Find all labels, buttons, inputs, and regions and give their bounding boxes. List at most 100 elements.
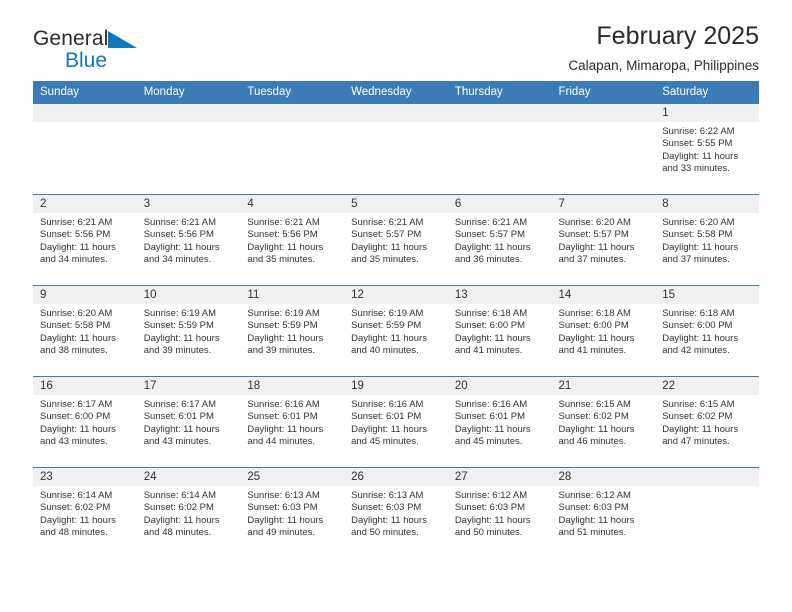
- day-cell[interactable]: 8 Sunrise: 6:20 AM Sunset: 5:58 PM Daylight…: [655, 194, 759, 286]
- day-cell[interactable]: 2 Sunrise: 6:21 AM Sunset: 5:56 PM Daylight…: [33, 194, 137, 286]
- day-number: 16: [33, 377, 137, 395]
- day-number: 7: [551, 195, 656, 213]
- day-details: [448, 122, 552, 126]
- day-cell[interactable]: 24 Sunrise: 6:14 AM Sunset: 6:02 PM Dayligh…: [136, 467, 241, 558]
- day-cell[interactable]: 19 Sunrise: 6:16 AM Sunset: 6:01 PM Dayligh…: [344, 376, 448, 468]
- day-cell[interactable]: 13 Sunrise: 6:18 AM Sunset: 6:00 PM Dayligh…: [447, 285, 552, 377]
- sunset-text: Sunset: 5:56 PM: [40, 229, 111, 241]
- sunrise-sunset-calendar: Sunday Monday Tuesday Wednesday Thursday…: [33, 81, 759, 558]
- page-header: General Blue February 2025 Calapan, Mima…: [33, 0, 759, 73]
- sunrise-text: Sunrise: 6:18 AM: [454, 308, 528, 319]
- day-cell[interactable]: 25 Sunrise: 6:13 AM Sunset: 6:03 PM Dayligh…: [240, 467, 345, 558]
- day-number: 28: [551, 468, 656, 486]
- day-cell[interactable]: 5 Sunrise: 6:21 AM Sunset: 5:57 PM Daylight…: [344, 194, 448, 286]
- day-details: [655, 486, 759, 490]
- sunrise-text: Sunrise: 6:19 AM: [143, 308, 217, 319]
- day-number: 8: [655, 195, 759, 213]
- sunrise-text: Sunrise: 6:18 AM: [558, 308, 631, 319]
- daylight-text-line2: and 50 minutes.: [454, 527, 523, 539]
- sunset-text: Sunset: 6:02 PM: [662, 411, 733, 423]
- sunrise-text: Sunrise: 6:18 AM: [662, 308, 735, 319]
- day-cell[interactable]: 18 Sunrise: 6:16 AM Sunset: 6:01 PM Dayligh…: [240, 376, 345, 468]
- sunset-text: Sunset: 6:02 PM: [143, 502, 214, 514]
- daylight-text-line2: and 34 minutes.: [143, 254, 212, 266]
- day-cell[interactable]: 6 Sunrise: 6:21 AM Sunset: 5:57 PM Daylight…: [447, 194, 552, 286]
- sunset-text: Sunset: 5:56 PM: [143, 229, 214, 241]
- day-cell[interactable]: 17 Sunrise: 6:17 AM Sunset: 6:01 PM Dayligh…: [136, 376, 241, 468]
- day-cell[interactable]: 7 Sunrise: 6:20 AM Sunset: 5:57 PM Daylight…: [551, 194, 656, 286]
- sunset-text: Sunset: 5:59 PM: [143, 320, 214, 332]
- day-details: Sunrise: 6:19 AM Sunset: 5:59 PM Daylight:…: [344, 304, 448, 358]
- day-cell[interactable]: 11 Sunrise: 6:19 AM Sunset: 5:59 PM Dayligh…: [240, 285, 345, 377]
- day-cell[interactable]: 15 Sunrise: 6:18 AM Sunset: 6:00 PM Dayligh…: [655, 285, 759, 377]
- day-cell[interactable]: 10 Sunrise: 6:19 AM Sunset: 5:59 PM Dayligh…: [136, 285, 241, 377]
- day-cell[interactable]: 22 Sunrise: 6:15 AM Sunset: 6:02 PM Dayligh…: [655, 376, 759, 468]
- daylight-text-line1: Daylight: 11 hours: [662, 150, 739, 162]
- daylight-text-line1: Daylight: 11 hours: [454, 241, 531, 253]
- sunrise-text: Sunrise: 6:15 AM: [662, 399, 735, 410]
- day-cell[interactable]: 28 Sunrise: 6:12 AM Sunset: 6:03 PM Dayligh…: [551, 467, 656, 558]
- day-details: Sunrise: 6:14 AM Sunset: 6:02 PM Daylight:…: [137, 486, 241, 540]
- week-row: 2 Sunrise: 6:21 AM Sunset: 5:56 PM Daylight…: [33, 194, 759, 286]
- day-number: 1: [655, 104, 759, 122]
- general-blue-logo[interactable]: General Blue: [33, 28, 213, 76]
- daylight-text-line1: Daylight: 11 hours: [40, 514, 116, 526]
- day-cell[interactable]: 27 Sunrise: 6:12 AM Sunset: 6:03 PM Dayligh…: [447, 467, 552, 558]
- daylight-text-line2: and 36 minutes.: [454, 254, 523, 266]
- daylight-text-line2: and 45 minutes.: [454, 436, 523, 448]
- daylight-text-line1: Daylight: 11 hours: [143, 423, 220, 435]
- sunrise-text: Sunrise: 6:20 AM: [40, 308, 113, 319]
- daylight-text-line2: and 33 minutes.: [662, 163, 730, 175]
- day-cell[interactable]: [344, 103, 448, 195]
- day-details: Sunrise: 6:12 AM Sunset: 6:03 PM Daylight:…: [448, 486, 552, 540]
- sunset-text: Sunset: 5:57 PM: [351, 229, 422, 241]
- sunset-text: Sunset: 5:56 PM: [247, 229, 318, 241]
- daylight-text-line1: Daylight: 11 hours: [662, 332, 739, 344]
- sunset-text: Sunset: 5:58 PM: [662, 229, 733, 241]
- day-details: Sunrise: 6:20 AM Sunset: 5:58 PM Daylight:…: [33, 304, 137, 358]
- day-cell[interactable]: 26 Sunrise: 6:13 AM Sunset: 6:03 PM Dayligh…: [344, 467, 448, 558]
- day-cell[interactable]: 23 Sunrise: 6:14 AM Sunset: 6:02 PM Dayligh…: [33, 467, 137, 558]
- sunrise-text: Sunrise: 6:19 AM: [247, 308, 320, 319]
- daylight-text-line1: Daylight: 11 hours: [247, 423, 324, 435]
- sunrise-text: Sunrise: 6:21 AM: [143, 217, 217, 228]
- day-cell[interactable]: 16 Sunrise: 6:17 AM Sunset: 6:00 PM Dayligh…: [33, 376, 137, 468]
- day-details: Sunrise: 6:21 AM Sunset: 5:56 PM Daylight:…: [240, 213, 344, 267]
- daylight-text-line2: and 44 minutes.: [247, 436, 316, 448]
- day-cell[interactable]: 12 Sunrise: 6:19 AM Sunset: 5:59 PM Dayligh…: [344, 285, 448, 377]
- day-cell[interactable]: 21 Sunrise: 6:15 AM Sunset: 6:02 PM Dayligh…: [551, 376, 656, 468]
- day-number: 14: [551, 286, 656, 304]
- daylight-text-line1: Daylight: 11 hours: [351, 514, 427, 526]
- day-cell[interactable]: [136, 103, 241, 195]
- day-cell[interactable]: 1 Sunrise: 6:22 AM Sunset: 5:55 PM Daylight…: [655, 103, 759, 195]
- daylight-text-line1: Daylight: 11 hours: [662, 423, 739, 435]
- calendar-header-row: Sunday Monday Tuesday Wednesday Thursday…: [33, 81, 759, 104]
- sunrise-text: Sunrise: 6:21 AM: [454, 217, 528, 228]
- daylight-text-line2: and 37 minutes.: [662, 254, 730, 266]
- day-cell[interactable]: [551, 103, 656, 195]
- week-row: 23 Sunrise: 6:14 AM Sunset: 6:02 PM Dayligh…: [33, 467, 759, 558]
- daylight-text-line2: and 42 minutes.: [662, 345, 730, 357]
- day-cell[interactable]: [655, 467, 759, 558]
- daylight-text-line1: Daylight: 11 hours: [351, 423, 427, 435]
- day-cell[interactable]: [240, 103, 345, 195]
- day-cell[interactable]: [447, 103, 552, 195]
- sunrise-text: Sunrise: 6:21 AM: [40, 217, 113, 228]
- weekday-header-thursday: Thursday: [447, 81, 552, 104]
- day-cell[interactable]: [33, 103, 137, 195]
- daylight-text-line1: Daylight: 11 hours: [454, 423, 531, 435]
- daylight-text-line2: and 48 minutes.: [40, 527, 108, 539]
- day-number: 22: [655, 377, 759, 395]
- day-number: 2: [33, 195, 137, 213]
- sunset-text: Sunset: 6:01 PM: [143, 411, 214, 423]
- day-cell[interactable]: 14 Sunrise: 6:18 AM Sunset: 6:00 PM Dayligh…: [551, 285, 656, 377]
- day-number: 18: [240, 377, 345, 395]
- day-cell[interactable]: 3 Sunrise: 6:21 AM Sunset: 5:56 PM Daylight…: [136, 194, 241, 286]
- day-cell[interactable]: 20 Sunrise: 6:16 AM Sunset: 6:01 PM Dayligh…: [447, 376, 552, 468]
- weekday-header-tuesday: Tuesday: [240, 81, 345, 104]
- sunset-text: Sunset: 6:01 PM: [247, 411, 318, 423]
- daylight-text-line1: Daylight: 11 hours: [351, 332, 427, 344]
- day-cell[interactable]: 4 Sunrise: 6:21 AM Sunset: 5:56 PM Daylight…: [240, 194, 345, 286]
- day-cell[interactable]: 9 Sunrise: 6:20 AM Sunset: 5:58 PM Daylight…: [33, 285, 137, 377]
- sunrise-text: Sunrise: 6:20 AM: [558, 217, 631, 228]
